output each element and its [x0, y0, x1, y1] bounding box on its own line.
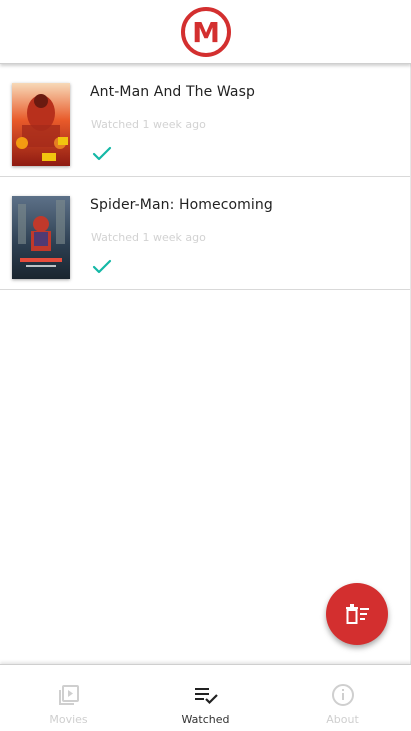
- watched-list: Ant-Man And The Wasp Watched 1 week ago: [0, 64, 410, 290]
- bottom-navigation: Movies Watched About: [0, 664, 411, 731]
- nav-about[interactable]: About: [274, 665, 411, 731]
- app-logo[interactable]: M: [180, 6, 232, 58]
- svg-text:M: M: [192, 16, 220, 49]
- movie-poster: [12, 196, 70, 279]
- clear-watched-button[interactable]: [326, 583, 388, 645]
- nav-watched[interactable]: Watched: [137, 665, 274, 731]
- nav-movies[interactable]: Movies: [0, 665, 137, 731]
- app-screen: M Ant-Man And The Wasp Watched 1 week ag…: [0, 0, 411, 731]
- check-icon: [92, 259, 112, 274]
- nav-label: Movies: [49, 713, 88, 726]
- watched-timestamp: Watched 1 week ago: [91, 231, 206, 244]
- delete-list-icon: [346, 604, 369, 624]
- movie-title: Spider-Man: Homecoming: [90, 197, 273, 213]
- check-icon: [92, 146, 112, 161]
- list-item[interactable]: Ant-Man And The Wasp Watched 1 week ago: [0, 64, 410, 177]
- movie-library-icon: [58, 685, 79, 705]
- list-item[interactable]: Spider-Man: Homecoming Watched 1 week ag…: [0, 177, 410, 290]
- app-header: M: [0, 0, 411, 64]
- movie-poster: [12, 83, 70, 166]
- nav-label: Watched: [181, 713, 230, 726]
- info-icon: [331, 684, 354, 706]
- movie-title: Ant-Man And The Wasp: [90, 84, 255, 100]
- watched-timestamp: Watched 1 week ago: [91, 118, 206, 131]
- nav-label: About: [326, 713, 359, 726]
- playlist-check-icon: [194, 688, 218, 705]
